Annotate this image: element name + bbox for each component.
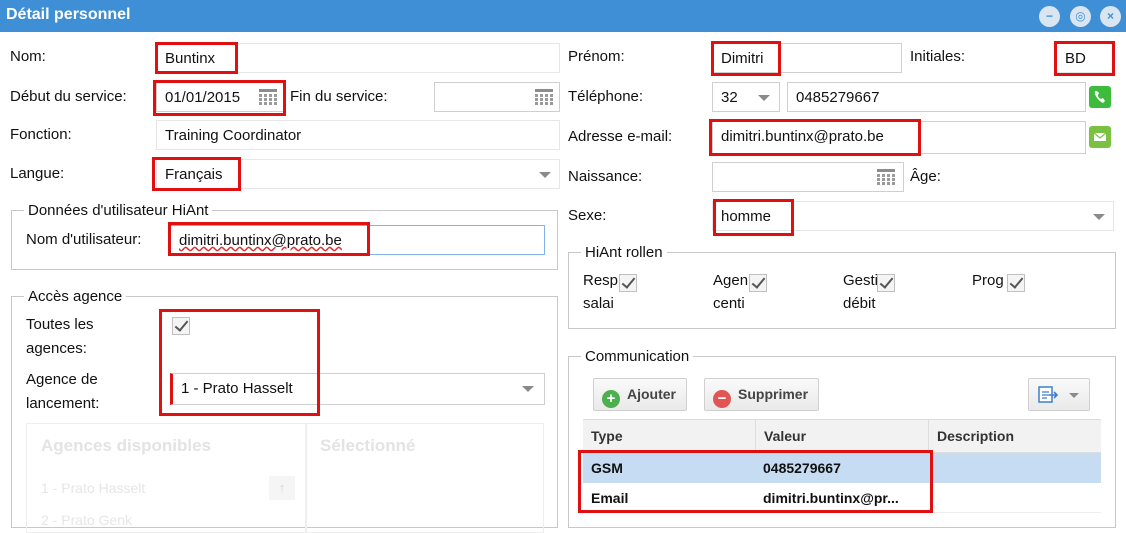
toutes-agences-label-2: agences:: [26, 340, 87, 357]
naissance-field[interactable]: [712, 162, 904, 192]
calendar-icon[interactable]: [535, 89, 553, 105]
naissance-label: Naissance:: [568, 168, 643, 185]
table-row[interactable]: GSM 0485279667: [583, 453, 1101, 483]
role-label-1b: salai: [583, 295, 614, 312]
selectionne-header: Sélectionné: [320, 436, 416, 455]
list-item[interactable]: 1 - Prato Hasselt: [41, 480, 145, 496]
selectionne-list[interactable]: Sélectionné: [306, 423, 544, 533]
sexe-select[interactable]: homme: [712, 201, 1114, 231]
export-icon: [1038, 386, 1059, 403]
fin-service-label: Fin du service:: [290, 88, 388, 105]
username-label: Nom d'utilisateur:: [26, 231, 142, 248]
cell-description: [928, 453, 944, 467]
calendar-icon[interactable]: [877, 169, 895, 185]
role-label-2b: centi: [713, 295, 745, 312]
langue-select[interactable]: Français: [156, 159, 560, 189]
chevron-down-icon[interactable]: [1093, 214, 1105, 220]
hiant-rollen-legend: HiAnt rollen: [585, 244, 663, 261]
role-label-4: Prog: [972, 272, 1004, 289]
telephone-field[interactable]: 0485279667: [787, 82, 1086, 112]
column-header-type[interactable]: Type: [583, 420, 755, 453]
telephone-label: Téléphone:: [568, 88, 644, 105]
supprimer-button[interactable]: − Supprimer: [704, 378, 820, 411]
username-value: dimitri.buntinx@prato.be: [179, 232, 342, 249]
nom-field[interactable]: Buntinx: [156, 43, 560, 73]
sexe-label: Sexe:: [568, 207, 607, 224]
communication-legend: Communication: [585, 348, 690, 365]
hiant-rollen-group: HiAnt rollen: [568, 244, 1116, 329]
role-checkbox[interactable]: [1007, 274, 1025, 292]
prenom-field[interactable]: Dimitri: [712, 43, 902, 73]
role-label-3b: débit: [843, 295, 876, 312]
minus-icon: −: [713, 390, 731, 408]
agence-lancement-label-1: Agence de: [26, 371, 98, 388]
restore-icon[interactable]: ◎: [1070, 6, 1091, 27]
supprimer-label: Supprimer: [738, 386, 809, 402]
email-field[interactable]: dimitri.buntinx@prato.be: [712, 121, 1086, 154]
column-header-description[interactable]: Description: [928, 420, 1101, 453]
move-up-icon[interactable]: ↑: [269, 476, 295, 500]
fonction-field[interactable]: Training Coordinator: [156, 120, 560, 150]
nom-label: Nom:: [10, 48, 46, 65]
role-checkbox[interactable]: [877, 274, 895, 292]
fonction-label: Fonction:: [10, 126, 72, 143]
chevron-down-icon[interactable]: [758, 95, 770, 101]
list-item[interactable]: 2 - Prato Genk: [41, 512, 132, 528]
cell-type: GSM: [591, 460, 623, 476]
phone-icon[interactable]: [1089, 86, 1111, 108]
initiales-field[interactable]: BD: [1056, 43, 1114, 73]
initiales-label: Initiales:: [910, 48, 966, 65]
role-label-1: Resp: [583, 272, 619, 289]
table-row[interactable]: Email dimitri.buntinx@pr...: [583, 483, 1101, 513]
ajouter-label: Ajouter: [627, 386, 676, 402]
chevron-down-icon: [1069, 393, 1079, 398]
role-checkbox[interactable]: [619, 274, 637, 292]
email-label: Adresse e-mail:: [568, 128, 673, 145]
column-header-valeur[interactable]: Valeur: [755, 420, 928, 453]
agence-lancement-select[interactable]: 1 - Prato Hasselt: [170, 373, 545, 405]
calendar-icon[interactable]: [259, 89, 277, 105]
acces-agence-legend: Accès agence: [28, 288, 123, 305]
role-label-3: Gesti: [843, 272, 879, 289]
agence-lancement-label-2: lancement:: [26, 395, 100, 412]
chevron-down-icon[interactable]: [522, 386, 534, 392]
role-checkbox[interactable]: [749, 274, 767, 292]
agences-disponibles-list[interactable]: Agences disponibles 1 - Prato Hasselt ↑ …: [26, 423, 306, 533]
grid-header: Type Valeur Description: [583, 419, 1101, 453]
agences-disponibles-header: Agences disponibles: [41, 436, 212, 455]
debut-service-label: Début du service:: [10, 88, 127, 105]
prenom-label: Prénom:: [568, 48, 625, 65]
toutes-agences-checkbox[interactable]: [172, 317, 190, 335]
window-titlebar: Détail personnel − ◎ ×: [0, 0, 1126, 32]
langue-label: Langue:: [10, 165, 65, 182]
cell-description: [928, 483, 944, 497]
plus-icon: +: [602, 390, 620, 408]
age-label: Âge:: [910, 168, 941, 185]
role-label-2: Agen: [713, 272, 749, 289]
window-title: Détail personnel: [6, 6, 131, 23]
chevron-down-icon[interactable]: [539, 172, 551, 178]
cell-type: Email: [591, 490, 629, 506]
cell-valeur: 0485279667: [763, 460, 841, 476]
username-input[interactable]: dimitri.buntinx@prato.be: [170, 225, 545, 255]
mail-icon[interactable]: [1089, 126, 1111, 148]
close-icon[interactable]: ×: [1100, 6, 1121, 27]
toutes-agences-label-1: Toutes les: [26, 316, 94, 333]
minimize-icon[interactable]: −: [1039, 6, 1060, 27]
cell-valeur: dimitri.buntinx@pr...: [763, 490, 899, 506]
hiant-user-legend: Données d'utilisateur HiAnt: [28, 202, 209, 219]
export-menu-button[interactable]: [1028, 378, 1090, 411]
ajouter-button[interactable]: + Ajouter: [593, 378, 687, 411]
